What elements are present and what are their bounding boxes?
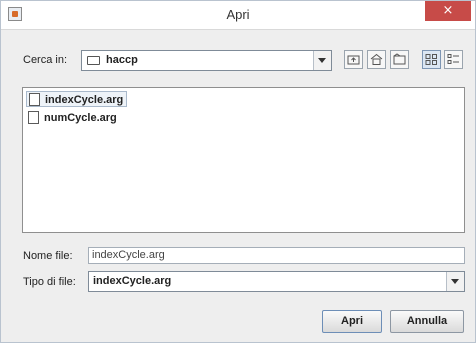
window-title: Apri bbox=[226, 7, 250, 22]
look-in-combo[interactable]: haccp bbox=[81, 50, 332, 71]
list-item[interactable]: numCycle.arg bbox=[26, 110, 120, 126]
open-dialog: Apri × Cerca in: haccp indexCycle.arg nu… bbox=[0, 0, 476, 343]
file-name-text: numCycle.arg bbox=[44, 112, 117, 124]
cancel-button[interactable]: Annulla bbox=[390, 310, 464, 333]
file-icon bbox=[28, 111, 39, 124]
file-list[interactable]: indexCycle.arg numCycle.arg bbox=[22, 87, 465, 233]
open-button[interactable]: Apri bbox=[322, 310, 382, 333]
folder-icon bbox=[87, 56, 100, 65]
file-name-text: indexCycle.arg bbox=[45, 94, 124, 106]
chevron-down-icon[interactable] bbox=[446, 272, 464, 291]
list-view-button[interactable] bbox=[422, 50, 441, 69]
chevron-down-icon[interactable] bbox=[313, 51, 331, 70]
file-name-input[interactable]: indexCycle.arg bbox=[88, 247, 465, 264]
new-folder-icon bbox=[393, 53, 406, 65]
home-icon bbox=[370, 53, 383, 65]
details-view-button[interactable] bbox=[444, 50, 463, 69]
file-icon bbox=[29, 93, 40, 106]
look-in-value: haccp bbox=[106, 54, 138, 66]
list-item[interactable]: indexCycle.arg bbox=[26, 91, 128, 107]
file-name-label: Nome file: bbox=[23, 250, 73, 262]
new-folder-button[interactable] bbox=[390, 50, 409, 69]
file-type-label: Tipo di file: bbox=[23, 276, 76, 288]
look-in-label: Cerca in: bbox=[23, 54, 68, 66]
file-type-combo[interactable]: indexCycle.arg bbox=[88, 271, 465, 292]
list-view-icon bbox=[425, 54, 437, 65]
up-folder-icon bbox=[347, 55, 360, 65]
home-button[interactable] bbox=[367, 50, 386, 69]
title-bar: Apri × bbox=[1, 1, 475, 30]
close-button[interactable]: × bbox=[425, 1, 471, 21]
details-view-icon bbox=[447, 54, 459, 64]
file-type-value: indexCycle.arg bbox=[93, 275, 172, 287]
up-folder-button[interactable] bbox=[344, 50, 363, 69]
